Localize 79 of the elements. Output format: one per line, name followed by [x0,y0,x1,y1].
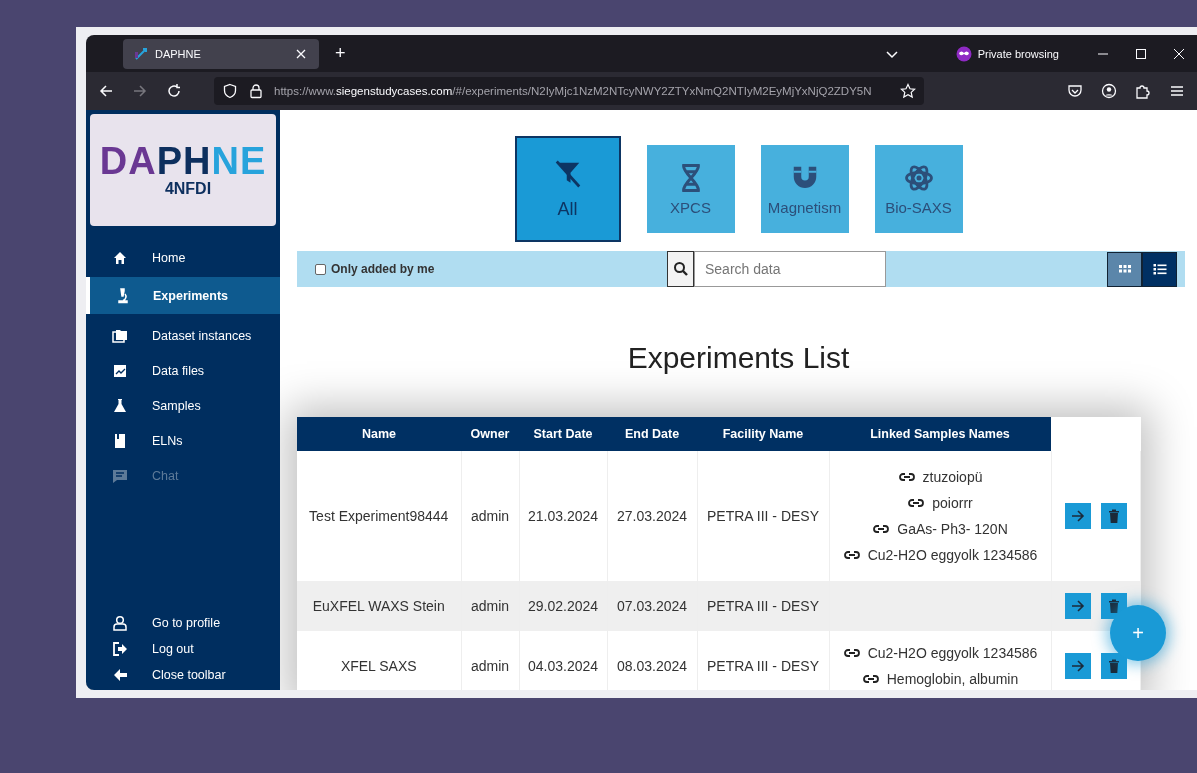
page-heading: Experiments List [626,341,851,375]
notebook-icon [112,432,128,449]
private-browsing-label: Private browsing [977,47,1059,60]
forward-icon[interactable] [132,83,148,99]
category-tile[interactable]: XPCS [646,145,735,233]
folders-icon [112,327,128,344]
table-cell: 04.03.2024 [519,631,607,690]
chart-image-icon [112,362,128,379]
user-icon [112,615,128,631]
logout-icon [112,641,128,657]
sidebar-item[interactable]: Data files [86,353,280,388]
table-cell: XFEL SAXS [297,631,461,690]
column-header: Owner [461,417,519,451]
delete-button[interactable] [1100,593,1127,619]
arrow-right-icon [1069,658,1086,674]
column-header: Linked Samples Names [829,417,1051,451]
delete-button[interactable] [1100,653,1127,679]
column-header: Facility Name [697,417,829,451]
sample-link[interactable]: Cu2-H2O eggyolk 1234586 [867,640,1038,666]
address-bar[interactable]: https://www.siegenstudycases.com/#/experiments/N2IyMjc1NzM2NTcyNWY2ZTYxNmQ2NTIyM2EyMjYxNjQ2ZDY5N [214,77,924,105]
arrow-right-icon [1069,508,1086,524]
table-cell: 08.03.2024 [607,631,697,690]
checkbox[interactable] [315,263,326,275]
column-header: Name [297,417,461,451]
search-field[interactable]: Search data [694,251,886,287]
sidebar-item[interactable]: Experiments [86,277,280,314]
arrow-right-icon [1069,598,1086,614]
table-cell: PETRA III - DESY [697,631,829,690]
atom-icon [903,162,934,193]
table-cell: PETRA III - DESY [697,581,829,631]
sample-link[interactable]: Hemoglobin, albumin [886,666,1019,690]
sidebar-item[interactable]: Samples [86,388,280,423]
star-icon[interactable] [900,83,916,99]
sidebar-item[interactable]: Go to profile [86,610,280,636]
chat-icon [112,467,128,484]
open-button[interactable] [1064,503,1091,529]
back-icon[interactable] [98,83,114,99]
list-icon [1151,261,1168,277]
search-button[interactable] [667,251,694,287]
account-icon[interactable] [1101,83,1117,99]
sample-link[interactable]: poiorrr [932,490,973,516]
table-cell: 29.02.2024 [519,581,607,631]
table-cell: admin [461,631,519,690]
new-tab-button[interactable]: + [329,43,352,64]
column-header: Start Date [519,417,607,451]
sidebar-item[interactable]: Close toolbar [86,662,280,688]
flask-icon [112,397,128,414]
list-view-button[interactable] [1142,251,1177,287]
mask-icon [955,45,972,62]
back-arrow-icon [112,667,128,683]
sidebar-item[interactable]: Home [86,240,280,275]
table-cell: 07.03.2024 [607,581,697,631]
tab-title: DAPHNE [155,47,202,60]
puzzle-icon[interactable] [1135,83,1151,99]
search-icon [672,261,689,277]
sample-link[interactable]: GaAs- Ph3- 120N [897,516,1008,542]
lock-icon [248,83,264,99]
grid-view-button[interactable] [1107,251,1142,287]
checkbox-label: Only added by me [331,262,435,276]
open-button[interactable] [1064,653,1091,679]
sample-link[interactable]: ztuzoiopü [922,464,983,490]
reload-icon[interactable] [166,83,182,99]
site-favicon-icon [133,45,149,62]
category-tile[interactable]: All [514,136,621,242]
browser-tab[interactable]: DAPHNE [123,38,319,69]
delete-button[interactable] [1100,503,1127,529]
home-icon [112,249,128,266]
pocket-icon[interactable] [1067,83,1083,99]
table-cell: EuXFEL WAXS Stein [297,581,461,631]
open-button[interactable] [1064,593,1091,619]
sidebar-item[interactable]: Log out [86,636,280,662]
sample-link[interactable]: Cu2-H2O eggyolk 1234586 [867,542,1038,568]
menu-icon[interactable] [1169,83,1185,99]
table-cell: admin [461,581,519,631]
sidebar-item[interactable]: Dataset instances [86,318,280,353]
sidebar-item[interactable]: ELNs [86,423,280,458]
daphne-logo: DAPHNE 4NFDI [90,114,276,226]
shield-icon [222,83,238,99]
column-header: End Date [607,417,697,451]
